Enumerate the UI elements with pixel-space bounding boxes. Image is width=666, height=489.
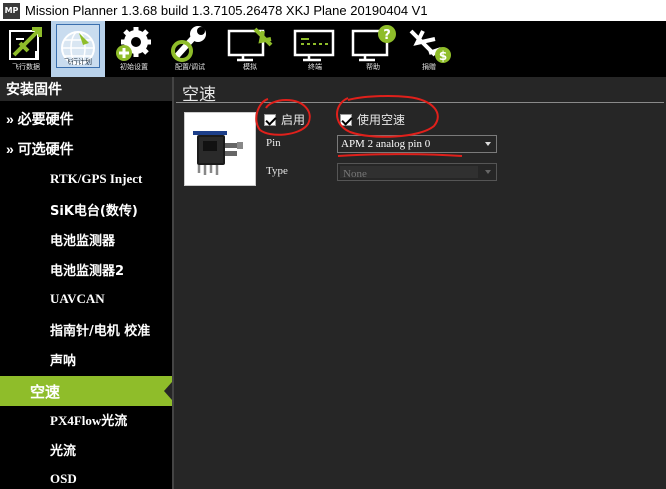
chevron-down-icon xyxy=(480,164,496,180)
sidebar-item-px4flow[interactable]: PX4Flow光流 xyxy=(0,404,172,434)
svg-text:$: $ xyxy=(439,49,447,63)
config-tuning-button[interactable]: 配置/调试 xyxy=(164,21,216,77)
setup-sidebar: 安装固件 » 必要硬件 » 可选硬件 RTK/GPS Inject SiK电台(… xyxy=(0,77,172,489)
mission-planner-window: MP Mission Planner 1.3.68 build 1.3.7105… xyxy=(0,0,666,489)
sidebar-item-airspeed[interactable]: 空速 xyxy=(0,376,172,406)
airspeed-sensor-image xyxy=(184,112,256,186)
toolbar-label: 终端 xyxy=(308,64,322,71)
flight-plan-button[interactable]: 飞行计划 xyxy=(51,21,105,77)
use-airspeed-checkbox-label: 使用空速 xyxy=(357,113,406,127)
terminal-icon xyxy=(293,29,335,62)
sidebar-item-sonar[interactable]: 声呐 xyxy=(0,344,172,374)
airplane-flight-data-icon xyxy=(9,27,42,60)
sidebar-item-battery-monitor[interactable]: 电池监测器 xyxy=(0,224,172,254)
toolbar-label: 配置/调试 xyxy=(175,64,205,71)
donate-button[interactable]: $ 捐赠 xyxy=(402,21,456,77)
simulation-button[interactable]: 模拟 xyxy=(222,21,278,77)
svg-text:?: ? xyxy=(383,28,391,43)
enable-checkbox-label: 启用 xyxy=(281,113,306,127)
type-select[interactable]: None xyxy=(337,163,497,181)
sidebar-item-battery-monitor-2[interactable]: 电池监测器2 xyxy=(0,254,172,284)
help-button[interactable]: ? 帮助 xyxy=(346,21,400,77)
toolbar-label: 飞行计划 xyxy=(64,59,92,66)
window-title: Mission Planner 1.3.68 build 1.3.7105.26… xyxy=(25,3,428,18)
title-divider xyxy=(176,102,664,103)
use-airspeed-checkbox-box[interactable] xyxy=(340,113,352,126)
initial-setup-button[interactable]: 初始设置 xyxy=(108,21,160,77)
sidebar-group-optional-hardware[interactable]: » 可选硬件 xyxy=(0,134,172,164)
airspeed-panel: 空速 启用 使用空速 Pin APM 2 analog pin 0 Type N… xyxy=(174,77,666,489)
title-bar: MP Mission Planner 1.3.68 build 1.3.7105… xyxy=(0,0,666,21)
type-label: Type xyxy=(266,165,288,177)
sidebar-item-rtk-gps-inject[interactable]: RTK/GPS Inject xyxy=(0,164,172,194)
toolbar-label: 初始设置 xyxy=(120,64,148,71)
flight-data-button[interactable]: 飞行数据 xyxy=(2,21,50,77)
enable-checkbox[interactable]: 启用 xyxy=(264,111,305,128)
wrench-config-tuning-icon xyxy=(171,26,206,62)
use-airspeed-checkbox[interactable]: 使用空速 xyxy=(340,111,405,128)
toolbar-label: 飞行数据 xyxy=(12,64,40,71)
chevron-down-icon[interactable] xyxy=(480,136,496,152)
help-icon: ? xyxy=(351,25,396,62)
sidebar-item-osd[interactable]: OSD xyxy=(0,464,172,489)
toolbar-label: 模拟 xyxy=(243,64,257,71)
app-logo-icon: MP xyxy=(3,2,20,19)
simulation-icon xyxy=(227,27,273,62)
main-toolbar: 飞行数据 飞行计划 初始设置 配置/调试 模拟 终端 ? 帮助 $ 捐赠 xyxy=(0,21,666,77)
sidebar-item-install-firmware[interactable]: 安装固件 xyxy=(0,77,172,101)
donate-icon: $ xyxy=(409,29,451,63)
type-select-value: None xyxy=(340,166,478,178)
enable-checkbox-box[interactable] xyxy=(264,113,276,126)
sidebar-item-compass-motor-calibration[interactable]: 指南针/电机 校准 xyxy=(0,314,172,344)
terminal-button[interactable]: 终端 xyxy=(288,21,342,77)
toolbar-label: 捐赠 xyxy=(422,64,436,71)
pin-label: Pin xyxy=(266,137,281,149)
gear-initial-setup-icon xyxy=(116,27,151,61)
sidebar-group-mandatory-hardware[interactable]: » 必要硬件 xyxy=(0,104,172,134)
sidebar-item-optical-flow[interactable]: 光流 xyxy=(0,434,172,464)
sidebar-item-sik-radio[interactable]: SiK电台(数传) xyxy=(0,194,172,224)
pin-select-value: APM 2 analog pin 0 xyxy=(341,138,431,150)
toolbar-label: 帮助 xyxy=(366,64,380,71)
pin-select[interactable]: APM 2 analog pin 0 xyxy=(337,135,497,153)
sidebar-item-uavcan[interactable]: UAVCAN xyxy=(0,284,172,314)
